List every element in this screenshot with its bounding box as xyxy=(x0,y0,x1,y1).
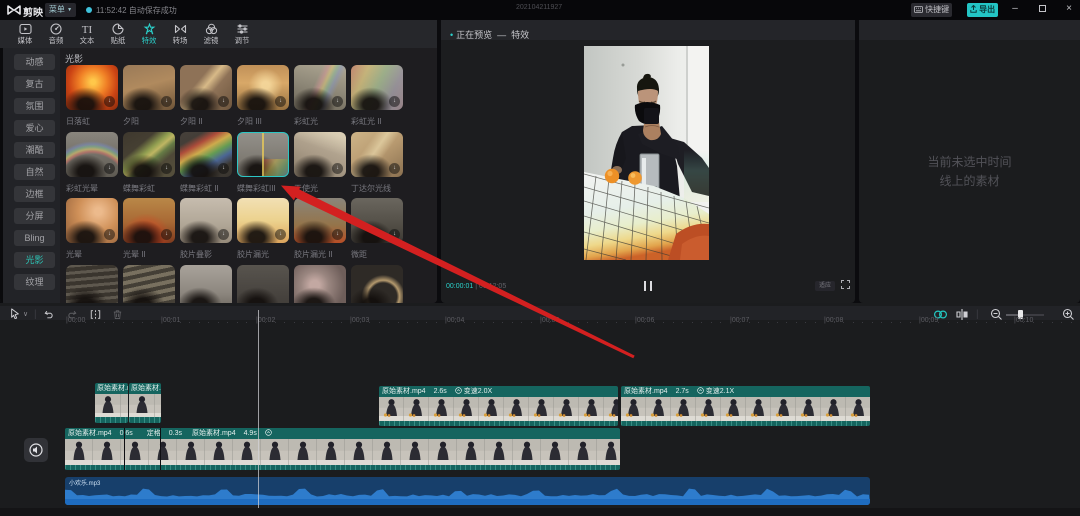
svg-text:TI: TI xyxy=(82,24,93,35)
